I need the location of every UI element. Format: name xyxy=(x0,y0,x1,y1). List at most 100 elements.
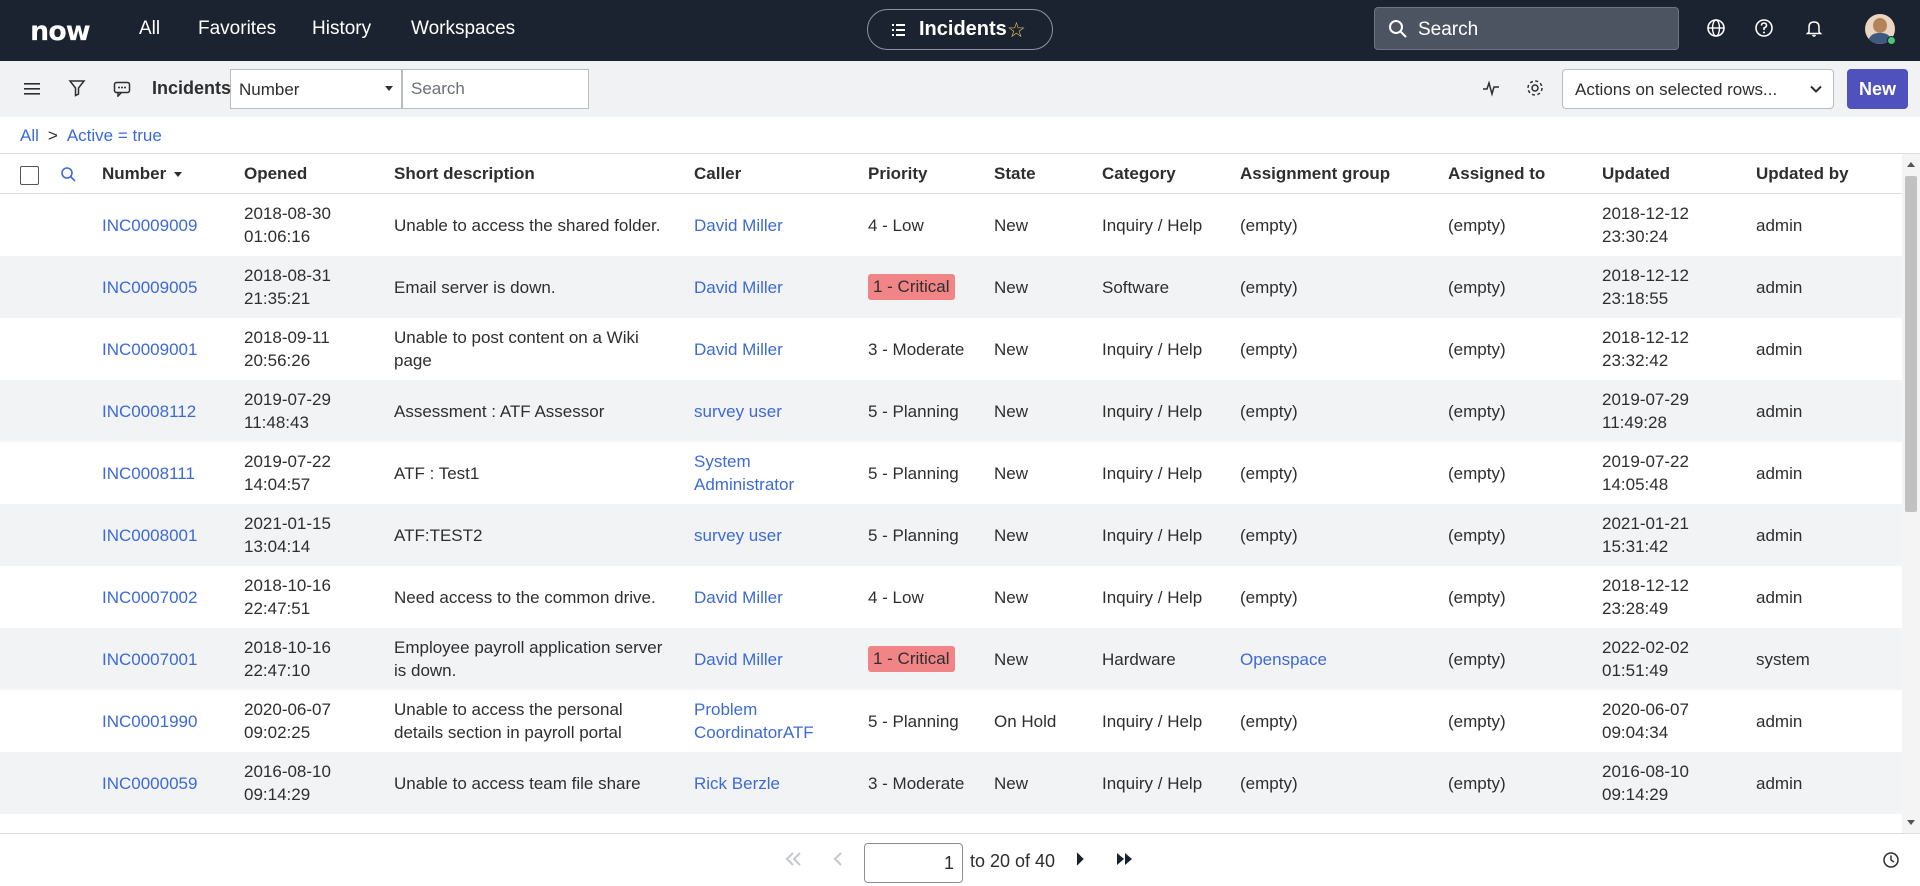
cell-caller[interactable]: Rick Berzle xyxy=(694,752,864,814)
search-field-select[interactable]: Number xyxy=(230,69,402,109)
select-all-checkbox[interactable] xyxy=(20,166,39,185)
column-header-caller[interactable]: Caller xyxy=(694,164,741,184)
new-button[interactable]: New xyxy=(1847,69,1908,109)
clock-icon[interactable] xyxy=(1882,851,1900,869)
breadcrumb-all[interactable]: All xyxy=(20,126,39,145)
cell-category: Inquiry / Help xyxy=(1102,504,1238,566)
globe-icon[interactable] xyxy=(1706,18,1726,38)
cell-caller[interactable]: survey user xyxy=(694,504,864,566)
cell-state: New xyxy=(994,752,1100,814)
column-header-category[interactable]: Category xyxy=(1102,164,1176,184)
cell-caller-lines: survey user xyxy=(694,524,782,547)
table-row[interactable]: INC0009001 2018-09-11 20:56:26 Unable to po… xyxy=(0,318,1902,380)
cell-caller[interactable]: David Miller xyxy=(694,318,864,380)
context-pill[interactable]: Incidents ☆ xyxy=(867,9,1053,50)
column-header-assignment-group[interactable]: Assignment group xyxy=(1240,164,1390,184)
bell-icon[interactable] xyxy=(1804,18,1824,38)
first-page-icon[interactable] xyxy=(785,852,803,866)
cell-number[interactable]: INC0009001 xyxy=(102,318,242,380)
table-row[interactable]: INC0008001 2021-01-15 13:04:14 ATF:TEST2 sur… xyxy=(0,504,1902,566)
previous-page-icon[interactable] xyxy=(833,852,843,866)
help-icon[interactable] xyxy=(1754,18,1774,38)
column-header-short-description[interactable]: Short description xyxy=(394,164,535,184)
column-header-updated[interactable]: Updated xyxy=(1602,164,1670,184)
column-search-icon[interactable] xyxy=(60,166,77,183)
cell-state: On Hold xyxy=(994,690,1100,752)
cell-caller[interactable]: survey user xyxy=(694,380,864,442)
cell-number[interactable]: INC0008001 xyxy=(102,504,242,566)
cell-assignment-group[interactable]: Openspace xyxy=(1240,628,1446,690)
cell-caller[interactable]: David Miller xyxy=(694,628,864,690)
cell-short-description-lines: Unable to post content on a Wiki page xyxy=(394,326,639,372)
page-number-input[interactable]: 1 xyxy=(864,843,963,883)
cell-number[interactable]: INC0009009 xyxy=(102,194,242,256)
cell-updated-lines: 2018-12-12 23:18:55 xyxy=(1602,264,1689,310)
cell-caller[interactable]: David Miller xyxy=(694,194,864,256)
list-icon xyxy=(892,24,905,36)
breadcrumb-filter[interactable]: Active = true xyxy=(67,126,162,145)
nav-workspaces[interactable]: Workspaces xyxy=(411,18,515,40)
cell-number[interactable]: INC0001990 xyxy=(102,690,242,752)
cell-category-text: Inquiry / Help xyxy=(1102,711,1203,731)
cell-number[interactable]: INC0008111 xyxy=(102,442,242,504)
vertical-scrollbar[interactable] xyxy=(1902,154,1920,833)
column-header-state[interactable]: State xyxy=(994,164,1036,184)
cell-caller[interactable]: Problem CoordinatorATF xyxy=(694,690,864,752)
table-row[interactable]: INC0001990 2020-06-07 09:02:25 Unable to ac… xyxy=(0,690,1902,752)
scrollbar-thumb[interactable] xyxy=(1905,176,1917,512)
global-search[interactable]: Search xyxy=(1374,7,1679,50)
last-page-icon[interactable] xyxy=(1116,852,1134,866)
cell-number[interactable]: INC0000059 xyxy=(102,752,242,814)
cell-opened-line: 2018-09-11 xyxy=(244,328,330,347)
cell-number[interactable] xyxy=(102,814,242,833)
cell-opened: 2018-10-16 22:47:10 xyxy=(244,628,392,690)
cell-opened-line: 21:35:21 xyxy=(244,289,311,308)
scroll-down-icon[interactable] xyxy=(1907,820,1915,825)
cell-category-text: Inquiry / Help xyxy=(1102,587,1203,607)
cell-priority: 1 - Critical xyxy=(868,256,992,318)
filter-icon[interactable] xyxy=(68,79,86,97)
cell-caller[interactable] xyxy=(694,814,864,833)
actions-select[interactable]: Actions on selected rows... xyxy=(1562,69,1834,109)
now-logo[interactable]: now xyxy=(30,16,91,47)
cell-number[interactable]: INC0009005 xyxy=(102,256,242,318)
list-search-input[interactable] xyxy=(402,69,589,109)
cell-caller[interactable]: David Miller xyxy=(694,566,864,628)
cell-state-text: New xyxy=(994,463,1029,483)
next-page-icon[interactable] xyxy=(1076,852,1086,866)
page-range-text: to 20 of 40 xyxy=(970,851,1056,871)
table-row[interactable]: INC0000059 2016-08-10 09:14:29 Unable to ac… xyxy=(0,752,1902,814)
cell-number[interactable]: INC0007001 xyxy=(102,628,242,690)
cell-number[interactable]: INC0008112 xyxy=(102,380,242,442)
table-row[interactable]: INC0007002 2018-10-16 22:47:51 Need access … xyxy=(0,566,1902,628)
column-header-opened[interactable]: Opened xyxy=(244,164,307,184)
cell-priority: 3 - Moderate xyxy=(868,318,992,380)
table-row[interactable]: INC0008111 2019-07-22 14:04:57 ATF : Test1 S… xyxy=(0,442,1902,504)
table-row[interactable]: INC0009009 2018-08-30 01:06:16 Unable to ac… xyxy=(0,194,1902,256)
nav-favorites[interactable]: Favorites xyxy=(198,18,276,40)
table-row[interactable]: INC0008112 2019-07-29 11:48:43 Assessment :… xyxy=(0,380,1902,442)
column-header-assigned-to[interactable]: Assigned to xyxy=(1448,164,1545,184)
nav-history[interactable]: History xyxy=(312,18,371,40)
table-row[interactable]: 2016-08-10 2016-08-10 xyxy=(0,814,1902,833)
cell-number[interactable]: INC0007002 xyxy=(102,566,242,628)
cell-updated-by-text: admin xyxy=(1756,525,1803,545)
scroll-up-icon[interactable] xyxy=(1907,162,1915,167)
gear-icon[interactable] xyxy=(1526,79,1544,97)
comment-icon[interactable] xyxy=(113,81,131,97)
cell-caller[interactable]: David Miller xyxy=(694,256,864,318)
cell-caller[interactable]: System Administrator xyxy=(694,442,864,504)
nav-all[interactable]: All xyxy=(139,18,160,40)
column-header-number[interactable]: Number xyxy=(102,164,183,184)
cell-updated-lines: 2016-08-10 09:14:29 xyxy=(1602,760,1689,806)
cell-caller-line: survey user xyxy=(694,401,782,421)
hamburger-menu-icon[interactable] xyxy=(24,82,40,96)
cell-assignment-group: (empty) xyxy=(1240,380,1446,442)
activity-icon[interactable] xyxy=(1482,79,1500,97)
favorite-star-icon[interactable]: ☆ xyxy=(1007,18,1026,43)
table-row[interactable]: INC0009005 2018-08-31 21:35:21 Email server… xyxy=(0,256,1902,318)
column-header-priority[interactable]: Priority xyxy=(868,164,928,184)
column-header-updated-by[interactable]: Updated by xyxy=(1756,164,1849,184)
search-field-value: Number xyxy=(239,80,300,99)
table-row[interactable]: INC0007001 2018-10-16 22:47:10 Employee pay… xyxy=(0,628,1902,690)
